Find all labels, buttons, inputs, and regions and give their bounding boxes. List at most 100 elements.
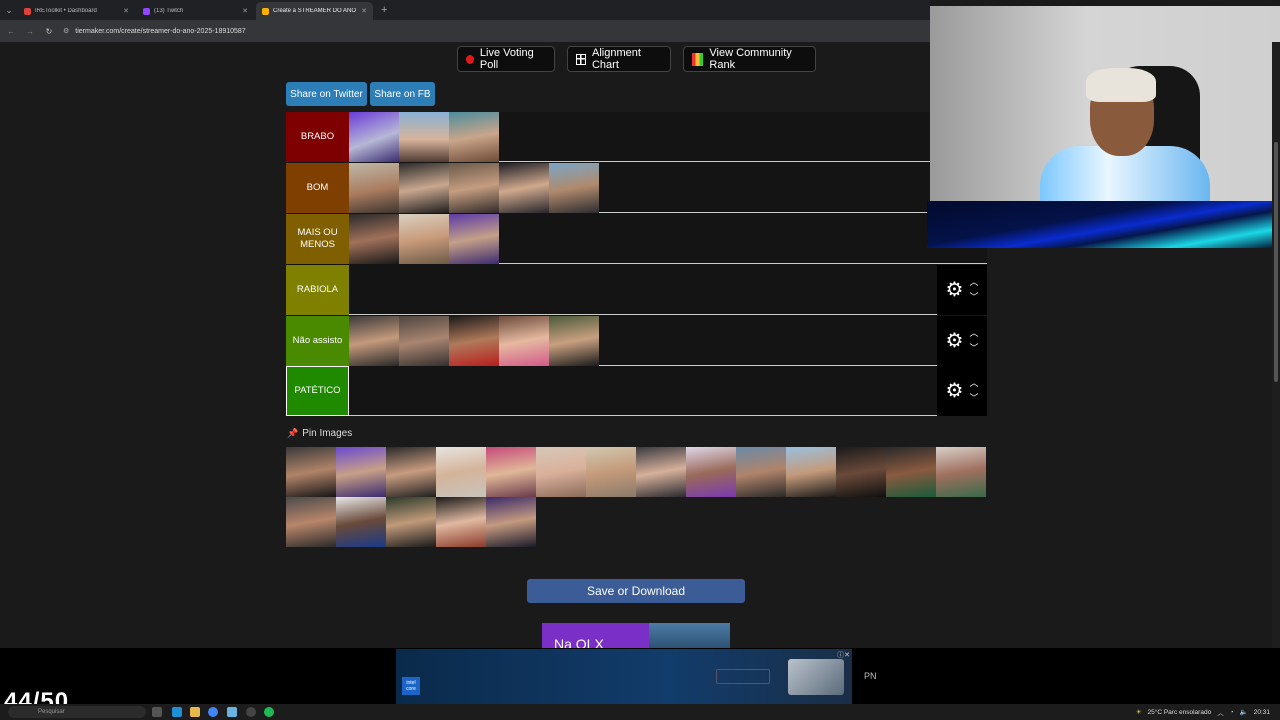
close-tab-icon[interactable]: ✕ bbox=[242, 7, 248, 15]
streamer-image[interactable] bbox=[399, 316, 449, 366]
gear-icon[interactable]: ⚙ bbox=[946, 331, 964, 351]
streamer-image[interactable] bbox=[399, 112, 449, 162]
tab-tiermaker[interactable]: Create a STREAMER DO ANO 2 ✕ bbox=[256, 2, 373, 20]
streamer-image[interactable] bbox=[349, 163, 399, 213]
streamer-image[interactable] bbox=[499, 316, 549, 366]
tier-items[interactable] bbox=[349, 163, 987, 213]
scrollbar[interactable] bbox=[1272, 42, 1280, 648]
streamer-image[interactable] bbox=[686, 447, 736, 497]
streamer-image[interactable] bbox=[336, 447, 386, 497]
tab-iretoolkit[interactable]: IREToolkit • Dashboard ✕ bbox=[18, 2, 135, 20]
pin-images-toggle[interactable]: 📌 Pin Images bbox=[287, 428, 352, 439]
save-or-download-button[interactable]: Save or Download bbox=[527, 579, 745, 603]
streamer-image[interactable] bbox=[286, 497, 336, 547]
streamer-image[interactable] bbox=[436, 447, 486, 497]
chevron-down-icon[interactable]: ﹀ bbox=[969, 394, 978, 403]
tier-items[interactable] bbox=[349, 112, 987, 162]
gear-icon[interactable]: ⚙ bbox=[946, 280, 964, 300]
streamer-image[interactable] bbox=[449, 163, 499, 213]
chevron-down-icon[interactable]: ﹀ bbox=[969, 344, 978, 353]
task-view-icon[interactable] bbox=[152, 707, 162, 717]
streamer-image[interactable] bbox=[399, 214, 449, 264]
live-voting-poll-button[interactable]: Live Voting Poll bbox=[457, 46, 555, 72]
clock[interactable]: 20:31 bbox=[1254, 709, 1270, 716]
streamer-image[interactable] bbox=[449, 214, 499, 264]
obs-icon[interactable] bbox=[246, 707, 256, 717]
scrollbar-thumb[interactable] bbox=[1274, 142, 1278, 382]
share-twitter-button[interactable]: Share on Twitter bbox=[286, 82, 367, 106]
gear-icon[interactable]: ⚙ bbox=[946, 381, 964, 401]
close-tab-icon[interactable]: ✕ bbox=[361, 7, 367, 15]
wifi-icon[interactable]: ◔ bbox=[1230, 709, 1234, 716]
streamer-image[interactable] bbox=[549, 316, 599, 366]
streamer-image[interactable] bbox=[349, 316, 399, 366]
tray-chevron-icon[interactable]: ︿ bbox=[1217, 707, 1224, 717]
chrome-icon[interactable] bbox=[208, 707, 218, 717]
alignment-chart-label: Alignment Chart bbox=[591, 47, 641, 71]
tier-items[interactable] bbox=[349, 265, 937, 314]
ad-info-icon[interactable]: ⓘ✕ bbox=[837, 650, 850, 660]
tier-label[interactable]: RABIOLA bbox=[286, 265, 349, 315]
tier-label[interactable]: BOM bbox=[286, 163, 349, 213]
streamer-image[interactable] bbox=[486, 447, 536, 497]
site-info-icon[interactable]: ⚙ bbox=[63, 27, 69, 35]
share-fb-button[interactable]: Share on FB bbox=[370, 82, 435, 106]
file-explorer-icon[interactable] bbox=[190, 707, 200, 717]
intel-ad[interactable]: intel core ⓘ✕ bbox=[396, 649, 852, 704]
tier-items[interactable] bbox=[349, 316, 937, 366]
close-tab-icon[interactable]: ✕ bbox=[123, 7, 129, 15]
streamer-image[interactable] bbox=[436, 497, 486, 547]
streamer-image[interactable] bbox=[349, 214, 399, 264]
tier-row: RABIOLA ⚙ ︿ ﹀ bbox=[286, 265, 987, 315]
chevron-down-icon[interactable]: ﹀ bbox=[969, 293, 978, 302]
streamer-image[interactable] bbox=[286, 447, 336, 497]
streamer-image[interactable] bbox=[586, 447, 636, 497]
streamer-image[interactable] bbox=[449, 112, 499, 162]
tier-label[interactable]: MAIS OU MENOS bbox=[286, 214, 349, 264]
streamer-image[interactable] bbox=[549, 163, 599, 213]
weather-text[interactable]: 25°C Parc ensolarado bbox=[1148, 709, 1212, 716]
streamer-image[interactable] bbox=[736, 447, 786, 497]
tier-label[interactable]: PATÉTICO bbox=[286, 366, 349, 416]
reload-icon[interactable]: ↻ bbox=[44, 27, 54, 36]
streamer-image[interactable] bbox=[349, 112, 399, 162]
streamer-image[interactable] bbox=[786, 447, 836, 497]
streamer-image[interactable] bbox=[399, 163, 449, 213]
edge-icon[interactable] bbox=[172, 707, 182, 717]
tier-label[interactable]: Não assisto bbox=[286, 316, 349, 366]
streamer-image[interactable] bbox=[499, 163, 549, 213]
tab-title: (13) Twitch bbox=[154, 8, 184, 14]
streamer-image[interactable] bbox=[836, 447, 886, 497]
spotify-icon[interactable] bbox=[264, 707, 274, 717]
url-field[interactable]: ⚙ tiermaker.com/create/streamer-do-ano-2… bbox=[63, 27, 246, 36]
tab-title: IREToolkit • Dashboard bbox=[35, 8, 97, 14]
streamer-image[interactable] bbox=[386, 447, 436, 497]
taskbar-search[interactable]: Pesquisar bbox=[8, 706, 146, 718]
tier-row: BRABO bbox=[286, 112, 987, 162]
streamer-image[interactable] bbox=[336, 497, 386, 547]
streamer-image[interactable] bbox=[536, 447, 586, 497]
view-community-rank-button[interactable]: View Community Rank bbox=[683, 46, 816, 72]
tab-twitch[interactable]: (13) Twitch ✕ bbox=[137, 2, 254, 20]
tab-search-icon[interactable]: ⌄ bbox=[0, 0, 18, 20]
streamer-image[interactable] bbox=[936, 447, 986, 497]
tier-label[interactable]: BRABO bbox=[286, 112, 349, 162]
back-icon[interactable]: ← bbox=[6, 27, 16, 36]
chevron-up-icon[interactable]: ︿ bbox=[969, 379, 978, 388]
streamer-image[interactable] bbox=[886, 447, 936, 497]
streamer-image[interactable] bbox=[636, 447, 686, 497]
olx-ad[interactable]: Na OLX bbox=[542, 623, 730, 650]
volume-icon[interactable]: 🔈 bbox=[1240, 708, 1248, 716]
app-icon[interactable] bbox=[227, 707, 237, 717]
forward-icon[interactable]: → bbox=[25, 27, 35, 36]
streamer-image[interactable] bbox=[449, 316, 499, 366]
tier-items[interactable] bbox=[349, 214, 987, 264]
chevron-up-icon[interactable]: ︿ bbox=[969, 278, 978, 287]
streamer-image[interactable] bbox=[486, 497, 536, 547]
alignment-chart-button[interactable]: Alignment Chart bbox=[567, 46, 671, 72]
new-tab-icon[interactable]: + bbox=[375, 0, 393, 20]
ad-cta-button[interactable] bbox=[716, 669, 770, 684]
streamer-image[interactable] bbox=[386, 497, 436, 547]
tier-items[interactable] bbox=[349, 366, 937, 415]
chevron-up-icon[interactable]: ︿ bbox=[969, 329, 978, 338]
